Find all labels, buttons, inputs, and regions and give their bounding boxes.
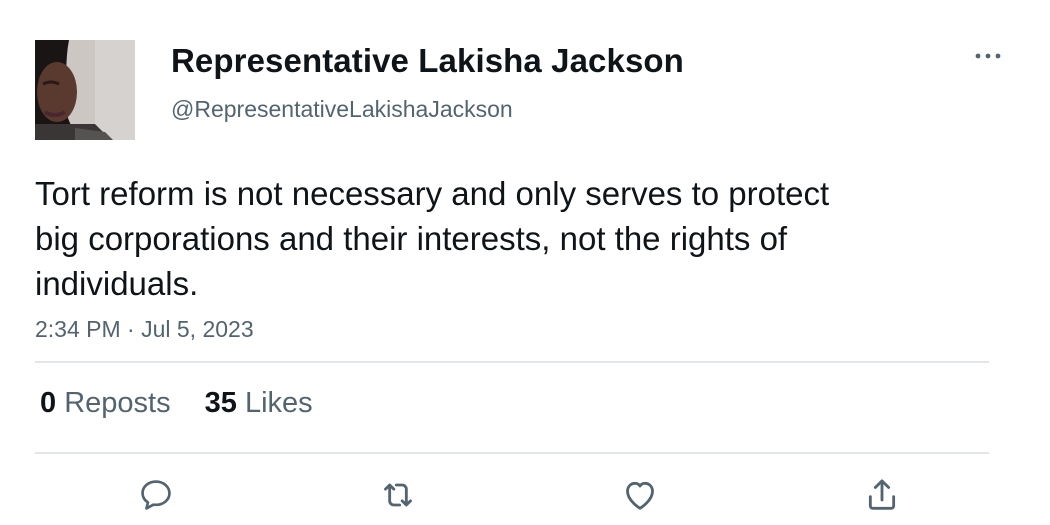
author-handle[interactable]: @RepresentativeLakishaJackson xyxy=(171,96,513,123)
repost-button[interactable] xyxy=(378,475,418,515)
more-options-icon[interactable] xyxy=(970,44,1006,68)
tweet-text: Tort reform is not necessary and only se… xyxy=(35,175,830,302)
avatar[interactable] xyxy=(35,40,135,140)
divider xyxy=(35,361,989,363)
tweet-timestamp[interactable]: 2:34 PM · Jul 5, 2023 xyxy=(35,316,254,343)
repost-icon xyxy=(384,483,412,507)
reposts-count: 0 xyxy=(40,387,57,419)
like-icon xyxy=(626,481,654,510)
share-button[interactable] xyxy=(862,475,902,515)
share-icon xyxy=(868,479,896,510)
reposts-label: Reposts xyxy=(64,387,171,419)
tweet-stats: 0 Reposts 35 Likes xyxy=(40,387,313,420)
likes-stat[interactable]: 35 Likes xyxy=(205,387,313,420)
author-display-name[interactable]: Representative Lakisha Jackson xyxy=(171,42,684,80)
like-button[interactable] xyxy=(620,475,660,515)
avatar-image xyxy=(35,40,135,140)
divider xyxy=(35,452,989,454)
reply-icon xyxy=(141,480,171,510)
likes-label: Likes xyxy=(244,387,313,419)
likes-count: 35 xyxy=(204,387,237,419)
reposts-stat[interactable]: 0 Reposts xyxy=(40,387,171,420)
reply-button[interactable] xyxy=(136,475,176,515)
tweet-card: Representative Lakisha Jackson @Represen… xyxy=(0,0,1050,525)
